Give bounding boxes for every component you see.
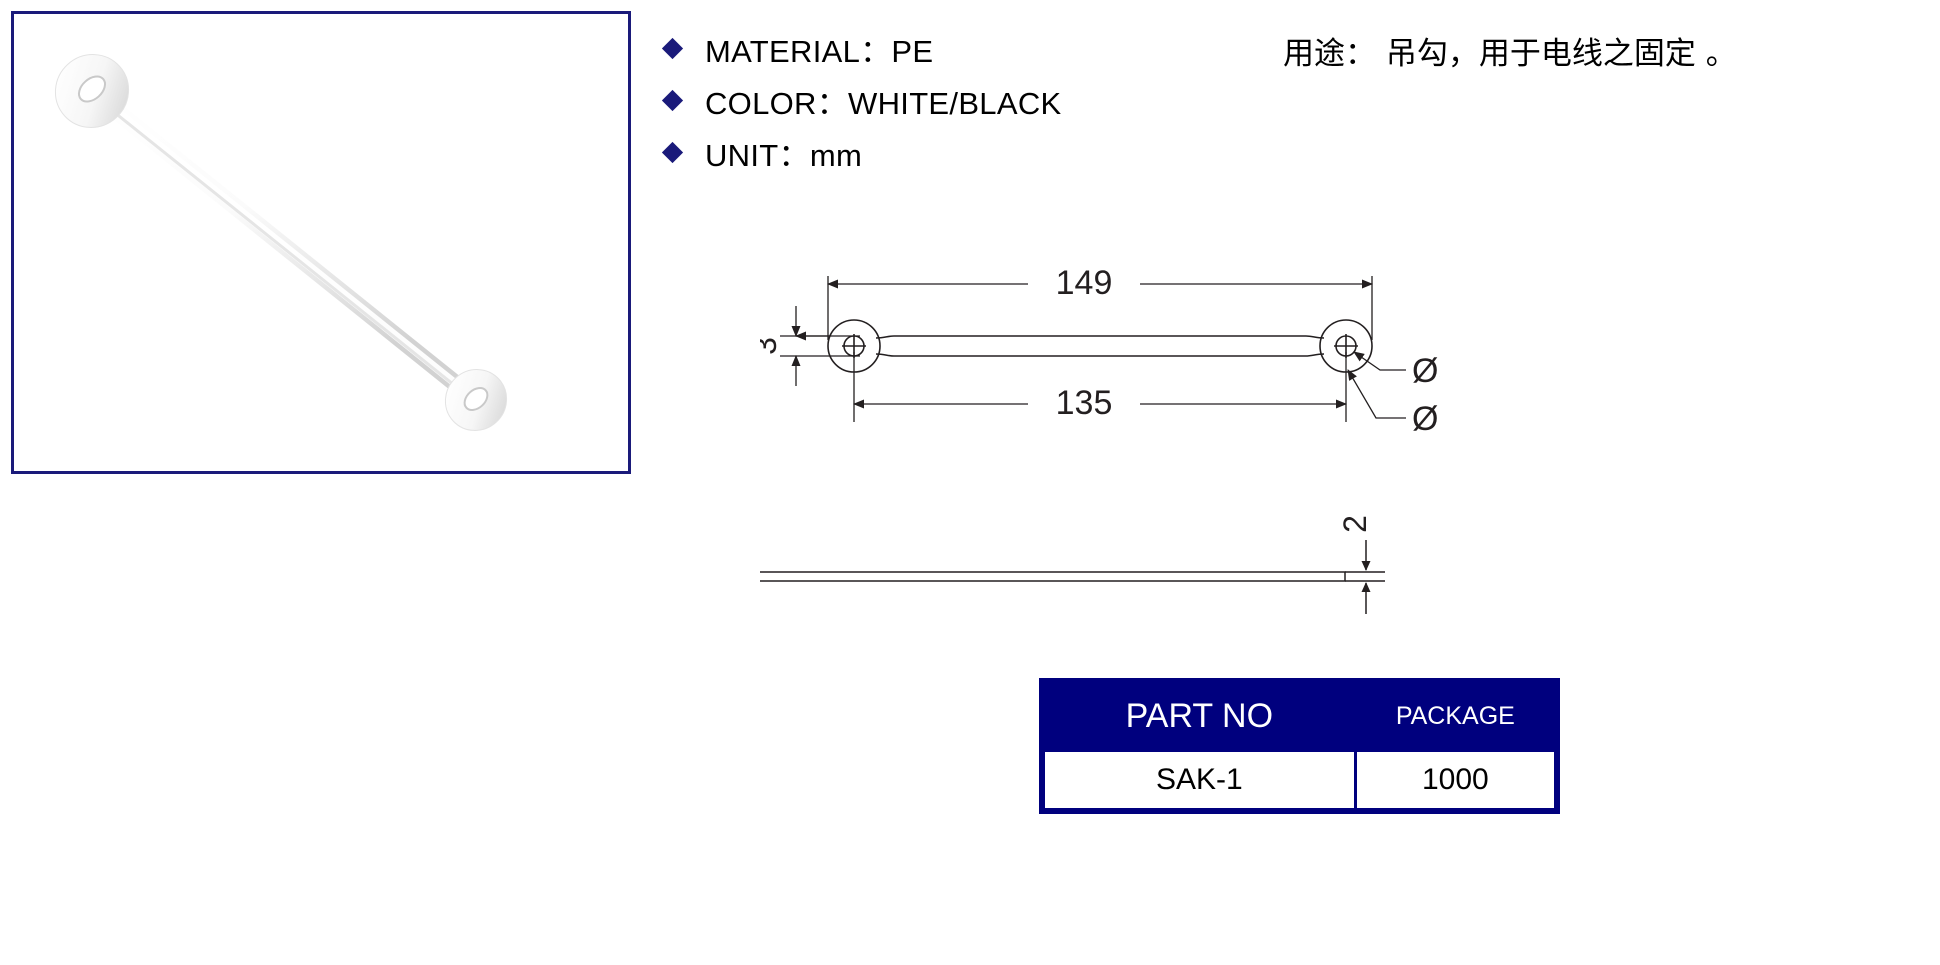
spec-unit-label: UNIT：mm <box>705 137 863 173</box>
cell-part-no: SAK-1 <box>1045 752 1354 808</box>
dim-2: 2 <box>1337 515 1373 533</box>
spec-color-label: COLOR：WHITE/BLACK <box>705 85 1062 121</box>
side-view-drawing: 2 <box>760 510 1440 640</box>
top-view-svg: 149 135 3 Ø5.4(X2) Ø14(X2) <box>760 264 1440 438</box>
top-view-drawing: 149 135 3 Ø5.4(X2) Ø14(X2) <box>760 240 1440 450</box>
header-part-no: PART NO <box>1045 684 1354 749</box>
header-package: PACKAGE <box>1356 684 1554 749</box>
callout-small-hole: Ø5.4(X2) <box>1412 352 1440 390</box>
part-table-grid: PART NO PACKAGE SAK-1 1000 <box>1042 681 1557 811</box>
spec-item-material: MATERIAL：PE <box>661 22 1302 74</box>
dim-3: 3 <box>760 337 783 355</box>
usage-note: 用途： 吊勾，用于电线之固定 。 <box>1283 36 1737 72</box>
side-view-svg: 2 <box>760 515 1385 614</box>
dim-135: 135 <box>1056 384 1113 422</box>
table-header-row: PART NO PACKAGE <box>1045 684 1554 749</box>
spec-item-color: COLOR：WHITE/BLACK <box>661 74 1302 126</box>
product-photo <box>14 14 628 471</box>
callout-large-eye: Ø14(X2) <box>1412 400 1440 438</box>
spec-material-label: MATERIAL：PE <box>705 33 934 69</box>
cell-package: 1000 <box>1356 752 1554 808</box>
dim-149: 149 <box>1056 264 1113 302</box>
spec-item-unit: UNIT：mm <box>661 126 1302 178</box>
datasheet-page: MATERIAL：PE COLOR：WHITE/BLACK UNIT：mm 用途… <box>0 0 1940 965</box>
table-row: SAK-1 1000 <box>1045 752 1554 808</box>
diamond-bullet-icon <box>661 89 684 111</box>
specification-list: MATERIAL：PE COLOR：WHITE/BLACK UNIT：mm <box>661 22 1302 178</box>
side-profile-bar <box>760 571 1346 582</box>
product-photo-panel <box>11 11 631 474</box>
diamond-bullet-icon <box>661 141 684 163</box>
diamond-bullet-icon <box>661 37 684 59</box>
leader-large-eye <box>1347 369 1406 419</box>
part-number-table: PART NO PACKAGE SAK-1 1000 <box>1039 678 1560 814</box>
